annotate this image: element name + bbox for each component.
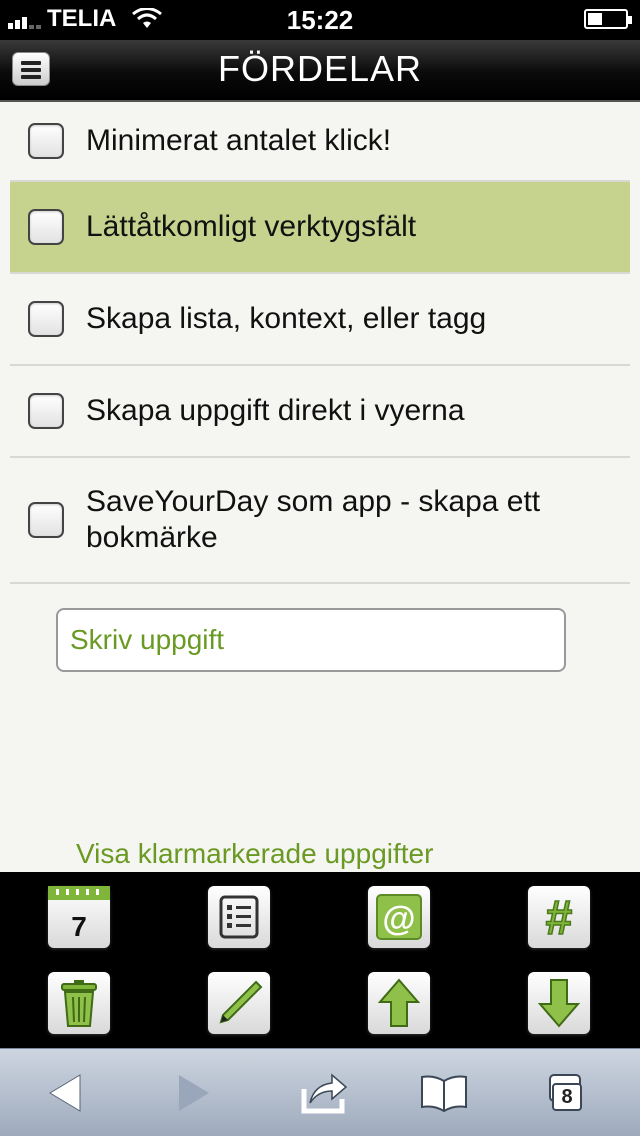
show-completed-link[interactable]: Visa klarmarkerade uppgifter: [76, 838, 433, 870]
at-icon: @: [376, 894, 422, 940]
tag-button[interactable]: #: [528, 886, 590, 948]
app-header: FÖRDELAR: [0, 40, 640, 102]
arrow-up-icon: [377, 978, 421, 1027]
tabs-button[interactable]: 8: [540, 1067, 596, 1119]
checkbox[interactable]: [28, 123, 64, 159]
move-down-button[interactable]: [528, 972, 590, 1034]
edit-button[interactable]: [208, 972, 270, 1034]
item-label: Skapa lista, kontext, eller tagg: [86, 302, 487, 335]
hash-icon: #: [545, 891, 573, 946]
move-up-button[interactable]: [368, 972, 430, 1034]
book-icon: [421, 1075, 467, 1113]
arrow-down-icon: [537, 979, 581, 1028]
clock: 15:22: [286, 5, 354, 35]
svg-text:#: #: [546, 892, 573, 945]
item-label: SaveYourDay som app - skapa ett bokmärke: [86, 485, 541, 554]
list-item[interactable]: SaveYourDay som app - skapa ett bokmärke: [10, 458, 630, 584]
benefits-list: Minimerat antalet klick! Lättåtkomligt v…: [10, 102, 630, 584]
browser-toolbar: 8: [0, 1048, 640, 1136]
list-icon: [219, 895, 259, 939]
back-arrow-icon: [49, 1074, 81, 1112]
checkbox[interactable]: [28, 502, 64, 538]
action-toolbar: 7 @ #: [0, 872, 640, 1048]
checkbox[interactable]: [28, 209, 64, 245]
lists-button[interactable]: [208, 886, 270, 948]
share-button[interactable]: [296, 1067, 352, 1119]
delete-button[interactable]: [48, 972, 110, 1034]
list-item[interactable]: Minimerat antalet klick!: [10, 102, 630, 182]
forward-arrow-icon: [179, 1075, 209, 1111]
calendar-day: 7: [71, 911, 87, 942]
svg-text:@: @: [382, 900, 415, 938]
trash-icon: [61, 980, 97, 1027]
back-button[interactable]: [40, 1067, 96, 1119]
pencil-icon: [219, 980, 263, 1024]
context-button[interactable]: @: [368, 886, 430, 948]
share-icon: [301, 1073, 348, 1114]
calendar-icon: 7: [48, 886, 110, 942]
list-item[interactable]: Skapa uppgift direkt i vyerna: [10, 366, 630, 458]
item-label: Minimerat antalet klick!: [86, 124, 392, 157]
checkbox[interactable]: [28, 393, 64, 429]
page-title: FÖRDELAR: [217, 48, 423, 89]
forward-button[interactable]: [165, 1067, 221, 1119]
new-task-input[interactable]: [56, 608, 566, 672]
checkbox[interactable]: [28, 301, 64, 337]
battery-icon: [584, 9, 632, 29]
calendar-button[interactable]: 7: [48, 886, 110, 948]
item-label: Lättåtkomligt verktygsfält: [86, 210, 417, 243]
item-label: Skapa uppgift direkt i vyerna: [86, 394, 465, 427]
list-item[interactable]: Lättåtkomligt verktygsfält: [10, 182, 630, 274]
status-bar: TELIA 15:22: [0, 0, 640, 40]
tab-count: 8: [552, 1083, 582, 1111]
list-item[interactable]: Skapa lista, kontext, eller tagg: [10, 274, 630, 366]
bookmarks-button[interactable]: [416, 1067, 472, 1119]
